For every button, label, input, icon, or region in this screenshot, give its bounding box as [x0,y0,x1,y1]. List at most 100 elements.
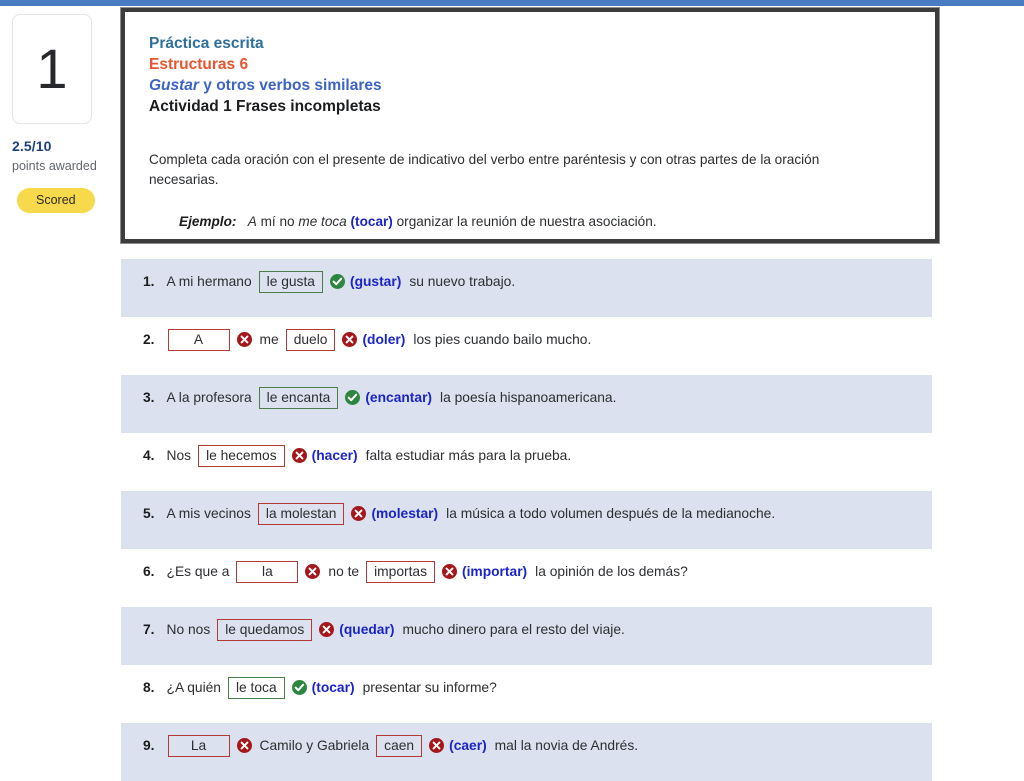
answer-input[interactable]: A [167,328,230,351]
top-accent-bar [0,0,1024,6]
verb-hint: (tocar) [311,680,355,695]
activity-header-card: Práctica escrita Estructuras 6 Gustar y … [120,7,940,244]
incorrect-x-icon [236,332,252,347]
example-text-1: mí no [256,214,299,229]
incorrect-x-icon [442,564,457,579]
sentence-text: la opinión de los demás? [535,564,688,579]
verb-hint: (quedar) [339,622,395,637]
answer-input[interactable]: le hecemos [198,444,285,467]
sentence-text: Camilo y Gabriela [259,738,370,753]
verb-hint: (caer) [449,738,487,753]
question-number-label: 3. [143,390,155,405]
question-row: 4. Nos le hecemos (hacer) falta estudiar más… [121,433,932,478]
question-number-label: 5. [143,506,155,521]
question-number: 1 [36,37,68,100]
example-text-2: organizar la reunión de nuestra asociaci… [392,214,657,229]
incorrect-x-icon [429,738,445,753]
answer-input[interactable]: importas [366,560,435,583]
question-number-label: 8. [143,680,155,695]
sentence-text: Nos [166,448,192,463]
question-row: 8. ¿A quién le toca (tocar) presentar su inf… [121,665,932,710]
verb-hint: (hacer) [311,448,358,463]
verb-hint: (doler) [362,332,406,347]
incorrect-x-icon [319,622,335,637]
sentence-text: la poesía hispanoamericana. [440,390,617,405]
verb-hint: (gustar) [349,274,402,289]
answer-input[interactable]: le quedamos [217,618,313,641]
row-spacer [121,304,932,317]
incorrect-x-icon [291,448,307,463]
question-number-label: 1. [143,274,155,289]
row-spacer [121,478,932,491]
sentence-text: mal la novia de Andrés. [494,738,639,753]
sentence-text: me [259,332,279,347]
question-number-box: 1 [12,14,92,124]
sentence-text: no te [328,564,360,579]
example-verb: (tocar) [350,214,393,229]
sentence-text: A mis vecinos [166,506,251,521]
score-value: 2.5/10 [12,138,52,154]
row-spacer [121,420,932,433]
header-line-estructuras: Estructuras 6 [149,56,249,73]
question-number-label: 9. [143,738,155,753]
answer-input[interactable]: duelo [285,328,336,351]
answer-input[interactable]: la molestan [257,502,345,525]
correct-check-icon [329,274,345,289]
row-spacer [121,594,932,607]
incorrect-x-icon [236,738,252,753]
question-row: 9. La Camilo y Gabriela caen (caer) mal la no… [121,723,932,768]
answer-input[interactable]: le gusta [258,270,323,293]
sentence-text: A la profesora [166,390,252,405]
row-spacer [121,768,932,781]
header-line-practica: Práctica escrita [149,35,264,52]
correct-check-icon [345,390,361,405]
incorrect-x-icon [342,332,358,347]
question-number-label: 6. [143,564,155,579]
sentence-text: su nuevo trabajo. [409,274,516,289]
question-number-label: 2. [143,332,155,347]
question-row: 7. No nos le quedamos (quedar) mucho dinero … [121,607,932,652]
question-number-label: 7. [143,622,155,637]
verb-hint: (importar) [462,564,528,579]
sentence-text: presentar su informe? [362,680,497,695]
incorrect-x-icon [305,564,321,579]
status-badge: Scored [17,188,95,213]
sentence-text: ¿Es que a [166,564,230,579]
answer-input[interactable]: La [167,734,230,757]
answer-input[interactable]: la [236,560,299,583]
example-label: Ejemplo: [179,214,237,229]
row-spacer [121,652,932,665]
verb-hint: (molestar) [371,506,439,521]
sentence-text: A mi hermano [166,274,252,289]
sentence-text: mucho dinero para el resto del viaje. [402,622,625,637]
header-line-actividad: Actividad 1 Frases incompletas [149,98,381,115]
example-italic-answer: me toca [298,214,347,229]
points-awarded-label: points awarded [12,159,97,173]
question-row: 1. A mi hermano le gusta (gustar) su nuevo t… [121,259,932,304]
verb-hint: (encantar) [365,390,433,405]
sentence-text: falta estudiar más para la prueba. [365,448,572,463]
row-spacer [121,536,932,549]
incorrect-x-icon [351,506,367,521]
header-gustar-italic: Gustar [149,77,199,94]
question-row: 2. Ame duelo (doler) los pies cuando bailo m… [121,317,932,362]
question-row: 5. A mis vecinos la molestan (molestar) la m… [121,491,932,536]
answer-input[interactable]: le toca [227,676,285,699]
question-row: 3. A la profesora le encanta (encantar) la p… [121,375,932,420]
row-spacer [121,710,932,723]
sentence-text: ¿A quién [166,680,221,695]
example-line: Ejemplo: A mí no me toca (tocar) organiz… [179,212,911,232]
question-list: 1. A mi hermano le gusta (gustar) su nuevo t… [121,259,932,781]
example-pre: A [247,214,257,229]
correct-check-icon [291,680,307,695]
header-gustar-rest: y otros verbos similares [198,77,382,94]
header-line-gustar: Gustar y otros verbos similares [149,75,911,96]
question-number-label: 4. [143,448,155,463]
answer-input[interactable]: le encanta [258,386,339,409]
answer-input[interactable]: caen [376,734,423,757]
sentence-text: los pies cuando bailo mucho. [413,332,592,347]
row-spacer [121,362,932,375]
instructions-text: Completa cada oración con el presente de… [149,152,820,187]
sentence-text: No nos [166,622,211,637]
sentence-text: la música a todo volumen después de la m… [446,506,776,521]
